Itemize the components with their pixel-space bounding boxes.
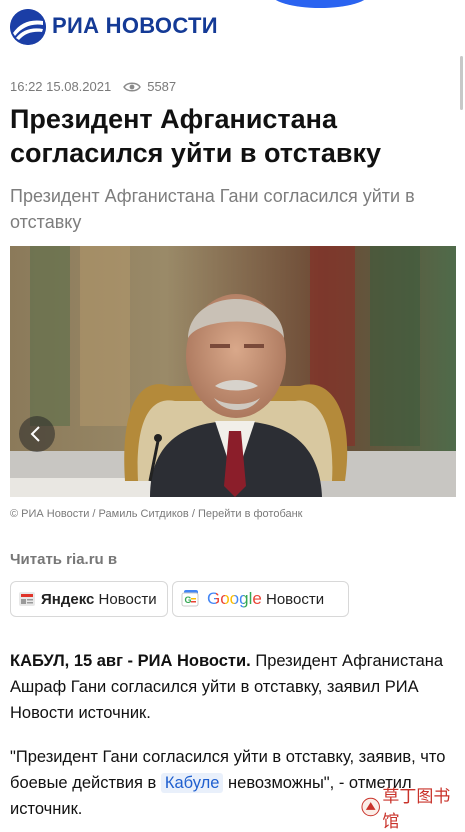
article-lead: КАБУЛ, 15 авг - РИА Новости. Президент А… (10, 648, 458, 726)
yandex-label: Новости (98, 590, 157, 608)
read-in-label: Читать ria.ru в (10, 551, 118, 568)
google-brand: Google (207, 589, 266, 608)
brand-name[interactable]: РИА НОВОСТИ (52, 13, 218, 39)
article-photo[interactable] (10, 246, 456, 497)
article-time: 16:22 15.08.2021 (10, 79, 112, 94)
article-subtitle: Президент Афганистана Гани согласился уй… (10, 186, 415, 232)
article-dateline: КАБУЛ, 15 авг - РИА Новости. (10, 652, 251, 670)
chevron-left-icon (30, 426, 40, 442)
eye-icon (123, 82, 142, 91)
svg-text:G: G (185, 595, 192, 605)
site-header: РИА НОВОСТИ (0, 0, 465, 58)
google-label: Новости (266, 591, 325, 608)
page-scrollbar[interactable] (460, 56, 463, 110)
top-blue-shape (270, 0, 370, 8)
article-title: Президент Афганистана согласился уйти в … (10, 104, 382, 168)
kabul-link[interactable]: Кабуле (160, 773, 224, 793)
yandex-news-button[interactable]: Яндекс Новости (10, 581, 168, 617)
article-views: 5587 (147, 79, 177, 94)
watermark: 草丁图书馆 (361, 782, 465, 832)
watermark-logo-icon (361, 797, 380, 817)
article-meta: 16:22 15.08.2021 5587 (10, 79, 176, 94)
gallery-prev-button[interactable] (19, 416, 55, 452)
photo-caption[interactable]: © РИА Новости / Рамиль Ситдиков / Перейт… (10, 508, 303, 520)
google-news-button[interactable]: G Google Новости (172, 581, 349, 617)
watermark-text: 草丁图书馆 (382, 787, 451, 831)
google-brand-text: Google (207, 589, 262, 608)
yandex-news-icon (19, 592, 35, 606)
google-news-icon: G (181, 590, 199, 607)
ria-logo-icon[interactable] (10, 9, 46, 45)
yandex-brand: Яндекс (41, 590, 95, 608)
